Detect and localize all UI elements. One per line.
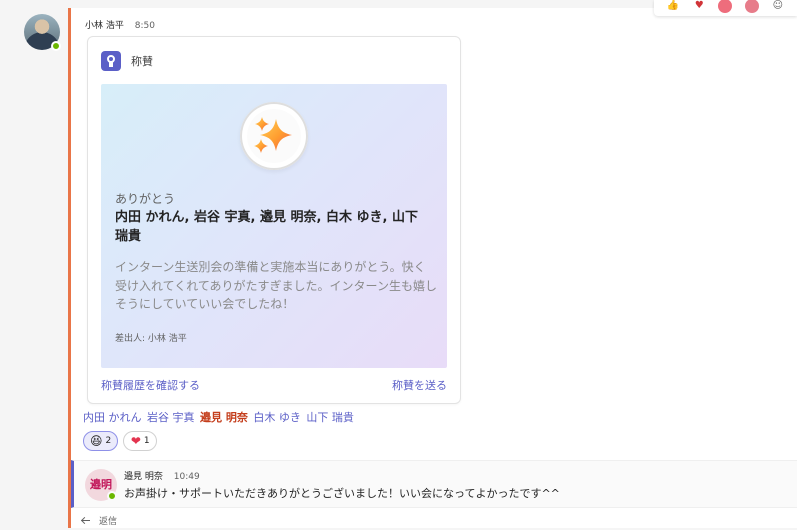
message-author[interactable]: 小林 浩平 (85, 21, 124, 31)
like-icon[interactable]: 👍 (666, 0, 680, 13)
reply-message: 邉明 邉見 明奈 10:49 お声掛け・サポートいただきありがとうございました！… (71, 460, 797, 508)
mentions-row: 内田 かれん 岩谷 宇真 邉見 明奈 白木 ゆき 山下 瑞貴 (83, 409, 356, 425)
sparkle-badge (240, 102, 308, 170)
heart-icon[interactable]: ♥ (692, 0, 706, 13)
author-avatar[interactable] (24, 14, 61, 51)
reaction-summary: 😆 2 ❤ 1 (83, 431, 158, 451)
thanks-label: ありがとう (115, 192, 176, 206)
reply-avatar[interactable]: 邉明 (85, 469, 117, 501)
teams-chat-page: 👍 ♥ ☺ 小林 浩平 8:50 称賛 ありがとう 内田 かれん, 岩谷 宇真,… (0, 0, 797, 530)
message-time: 8:50 (134, 21, 155, 31)
reply-avatar-text: 邉明 (90, 478, 112, 491)
presence-available-icon (107, 491, 117, 501)
message-thread: 👍 ♥ ☺ 小林 浩平 8:50 称賛 ありがとう 内田 かれん, 岩谷 宇真,… (68, 0, 797, 528)
praise-recipients: 内田 かれん, 岩谷 宇真, 邉見 明奈, 白木 ゆき, 山下 瑞貴 (115, 210, 418, 244)
praise-app-icon (101, 51, 121, 71)
praise-card: 称賛 ありがとう 内田 かれん, 岩谷 宇真, 邉見 明奈, 白木 ゆき, 山下… (87, 36, 461, 404)
reply-time: 10:49 (173, 472, 200, 482)
reply-author[interactable]: 邉見 明奈 (124, 472, 163, 482)
mention-uchida-karen[interactable]: 内田 かれん (83, 411, 142, 424)
more-icon[interactable]: ☺ (771, 0, 785, 13)
laugh-icon[interactable] (718, 0, 733, 13)
praise-sender: 差出人: 小林 浩平 (115, 334, 187, 344)
reply-text: お声掛け・サポートいただきありがとうございました！いい会になってよかったです^^ (124, 487, 560, 500)
surprised-icon[interactable] (744, 0, 759, 13)
heart-reaction-icon: ❤ (130, 434, 141, 448)
send-praise-link[interactable]: 称賛を送る (392, 377, 447, 393)
laugh-reaction[interactable]: 😆 2 (83, 431, 119, 451)
card-title: 称賛 (131, 55, 153, 68)
mention-hemmi-akina[interactable]: 邉見 明奈 (200, 411, 248, 424)
reply-button[interactable]: 返信 (81, 514, 117, 527)
laugh-reaction-count: 2 (105, 436, 112, 446)
praise-message: インターン生送別会の準備と実施本当にありがとう。快く受け入れてくれてありがたすぎ… (115, 260, 437, 311)
laugh-reaction-icon: 😆 (90, 434, 103, 448)
mention-shiraki-yuki[interactable]: 白木 ゆき (253, 411, 301, 424)
reaction-tray: 👍 ♥ ☺ (654, 0, 797, 16)
sparkle-icon (254, 117, 292, 153)
card-title-row: 称賛 (101, 51, 153, 71)
praise-panel: ありがとう 内田 かれん, 岩谷 宇真, 邉見 明奈, 白木 ゆき, 山下 瑞貴… (101, 84, 447, 368)
heart-reaction[interactable]: ❤ 1 (123, 431, 158, 451)
reply-arrow-icon (81, 515, 93, 527)
reply-button-label: 返信 (99, 517, 118, 527)
mention-yamashita-mizuki[interactable]: 山下 瑞貴 (306, 411, 354, 424)
reply-header: 邉見 明奈 10:49 (124, 469, 200, 482)
praise-history-link[interactable]: 称賛履歴を確認する (101, 377, 200, 393)
presence-available-icon (51, 41, 61, 51)
message-header: 小林 浩平 8:50 (85, 18, 155, 31)
mention-iwaya-uma[interactable]: 岩谷 宇真 (147, 411, 195, 424)
heart-reaction-count: 1 (143, 436, 150, 446)
